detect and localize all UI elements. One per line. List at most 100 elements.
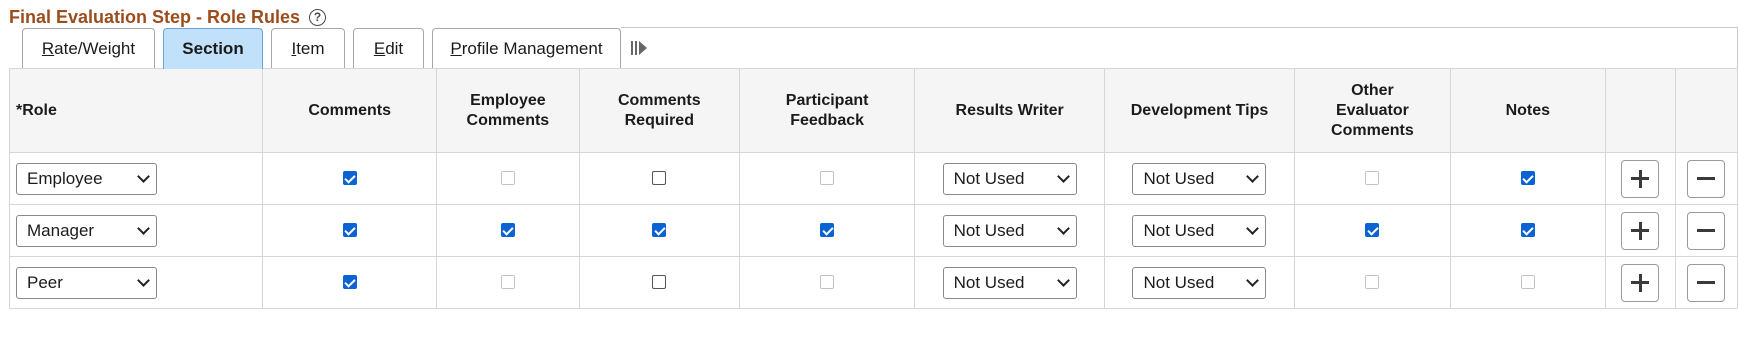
cell-add-row <box>1604 256 1676 309</box>
column-header-participant-feedback[interactable]: Participant Feedback <box>739 68 916 153</box>
cell-role: Employee <box>8 152 264 205</box>
chevron-down-icon <box>137 170 150 183</box>
results-writer-select[interactable]: Not Used <box>942 214 1077 247</box>
role-select-value: Manager <box>27 220 95 240</box>
chevron-down-icon <box>1246 170 1260 183</box>
delete-row-button[interactable] <box>1687 263 1726 302</box>
cell-notes <box>1449 256 1606 309</box>
notes-checkbox[interactable] <box>1520 171 1535 186</box>
cell-results-writer: Not Used <box>914 256 1106 309</box>
chevron-down-icon <box>1056 170 1070 183</box>
employee-comments-checkbox[interactable] <box>500 223 515 238</box>
tab-rate-weight-label: ate/Weight <box>54 38 136 58</box>
cell-comments <box>262 152 438 205</box>
cell-other-evaluator-comments <box>1293 204 1451 257</box>
cell-comments-required <box>578 204 741 257</box>
column-header-employee-comments[interactable]: Employee Comments <box>436 68 580 153</box>
other-evaluator-comments-checkbox <box>1365 275 1380 290</box>
delete-row-button[interactable] <box>1687 211 1726 250</box>
role-select[interactable]: Employee <box>16 162 157 195</box>
minus-icon <box>1697 170 1716 188</box>
cell-role: Manager <box>8 204 264 257</box>
page-header: Final Evaluation Step - Role Rules ? <box>9 6 327 28</box>
results-writer-select[interactable]: Not Used <box>942 162 1077 195</box>
other-evaluator-comments-checkbox[interactable] <box>1365 223 1380 238</box>
column-header-results-writer[interactable]: Results Writer <box>914 68 1106 153</box>
tab-profile-management[interactable]: Profile Management <box>432 28 621 68</box>
tab-rate-weight[interactable]: Rate/Weight <box>22 28 155 68</box>
column-header-role[interactable]: *Role <box>8 68 264 153</box>
delete-row-button[interactable] <box>1687 159 1726 198</box>
comments-required-checkbox[interactable] <box>652 223 667 238</box>
cell-development-tips: Not Used <box>1104 256 1295 309</box>
cell-other-evaluator-comments <box>1293 256 1451 309</box>
minus-icon <box>1697 222 1716 240</box>
add-row-button[interactable] <box>1621 211 1660 250</box>
tab-bar: Rate/Weight Section Item Edit Profile Ma… <box>9 27 1738 69</box>
table-row: Manager Not Used Not Used <box>8 204 1739 257</box>
column-header-comments[interactable]: Comments <box>262 68 438 153</box>
cell-results-writer: Not Used <box>914 204 1106 257</box>
add-row-button[interactable] <box>1621 159 1660 198</box>
chevron-down-icon <box>1246 274 1260 287</box>
column-header-other-evaluator-line3: Comments <box>1331 121 1414 139</box>
column-header-role-label: *Role <box>16 101 57 119</box>
plus-icon <box>1631 221 1650 240</box>
tab-item-label: tem <box>296 38 325 58</box>
results-writer-select[interactable]: Not Used <box>942 266 1077 299</box>
comments-checkbox[interactable] <box>342 223 357 238</box>
notes-checkbox[interactable] <box>1520 223 1535 238</box>
column-header-notes[interactable]: Notes <box>1449 68 1606 153</box>
column-header-participant-feedback-line2: Feedback <box>790 111 865 129</box>
tab-section-label: Section <box>182 39 244 58</box>
show-more-tabs-icon[interactable] <box>631 38 653 58</box>
column-header-comments-label: Comments <box>308 101 391 119</box>
role-select-value: Employee <box>27 168 103 188</box>
column-header-comments-required[interactable]: Comments Required <box>578 68 741 153</box>
role-select[interactable]: Peer <box>16 266 157 299</box>
tab-item[interactable]: Item <box>271 28 345 68</box>
tab-edit[interactable]: Edit <box>353 28 424 68</box>
cell-results-writer: Not Used <box>914 152 1106 205</box>
cell-comments <box>262 204 438 257</box>
cell-comments-required <box>578 256 741 309</box>
cell-participant-feedback <box>739 256 916 309</box>
column-header-other-evaluator-comments[interactable]: Other Evaluator Comments <box>1293 68 1451 153</box>
help-icon[interactable]: ? <box>309 8 327 26</box>
plus-icon <box>1631 169 1650 188</box>
tab-section[interactable]: Section <box>163 28 263 69</box>
column-header-development-tips[interactable]: Development Tips <box>1104 68 1295 153</box>
comments-checkbox[interactable] <box>342 275 357 290</box>
role-rules-grid: *Role Comments Employee Comments Comments… <box>8 68 1739 309</box>
comments-checkbox[interactable] <box>342 171 357 186</box>
tab-bar-top-border <box>621 27 1738 28</box>
comments-required-checkbox[interactable] <box>652 171 667 186</box>
participant-feedback-checkbox[interactable] <box>820 223 835 238</box>
cell-employee-comments <box>436 152 580 205</box>
cell-delete-row <box>1674 152 1739 205</box>
cell-delete-row <box>1674 256 1739 309</box>
cell-participant-feedback <box>739 204 916 257</box>
cell-role: Peer <box>8 256 264 309</box>
tab-profile-management-label: rofile Management <box>461 38 603 58</box>
cell-employee-comments <box>436 256 580 309</box>
results-writer-select-value: Not Used <box>953 272 1025 292</box>
add-row-button[interactable] <box>1621 263 1660 302</box>
development-tips-select[interactable]: Not Used <box>1132 214 1267 247</box>
development-tips-select-value: Not Used <box>1143 272 1215 292</box>
comments-required-checkbox[interactable] <box>652 275 667 290</box>
role-select[interactable]: Manager <box>16 214 157 247</box>
tab-profile-management-accesskey: P <box>450 38 462 58</box>
development-tips-select[interactable]: Not Used <box>1132 266 1267 299</box>
minus-icon <box>1697 274 1716 292</box>
plus-icon <box>1631 273 1650 292</box>
employee-comments-checkbox <box>500 171 515 186</box>
development-tips-select-value: Not Used <box>1143 168 1215 188</box>
cell-development-tips: Not Used <box>1104 152 1295 205</box>
cell-notes <box>1449 204 1606 257</box>
tab-rate-weight-accesskey: R <box>41 38 55 58</box>
cell-add-row <box>1604 204 1676 257</box>
cell-add-row <box>1604 152 1676 205</box>
development-tips-select[interactable]: Not Used <box>1132 162 1267 195</box>
grid-body: Employee Not Used Not Used Manager Not Used N… <box>8 152 1739 309</box>
